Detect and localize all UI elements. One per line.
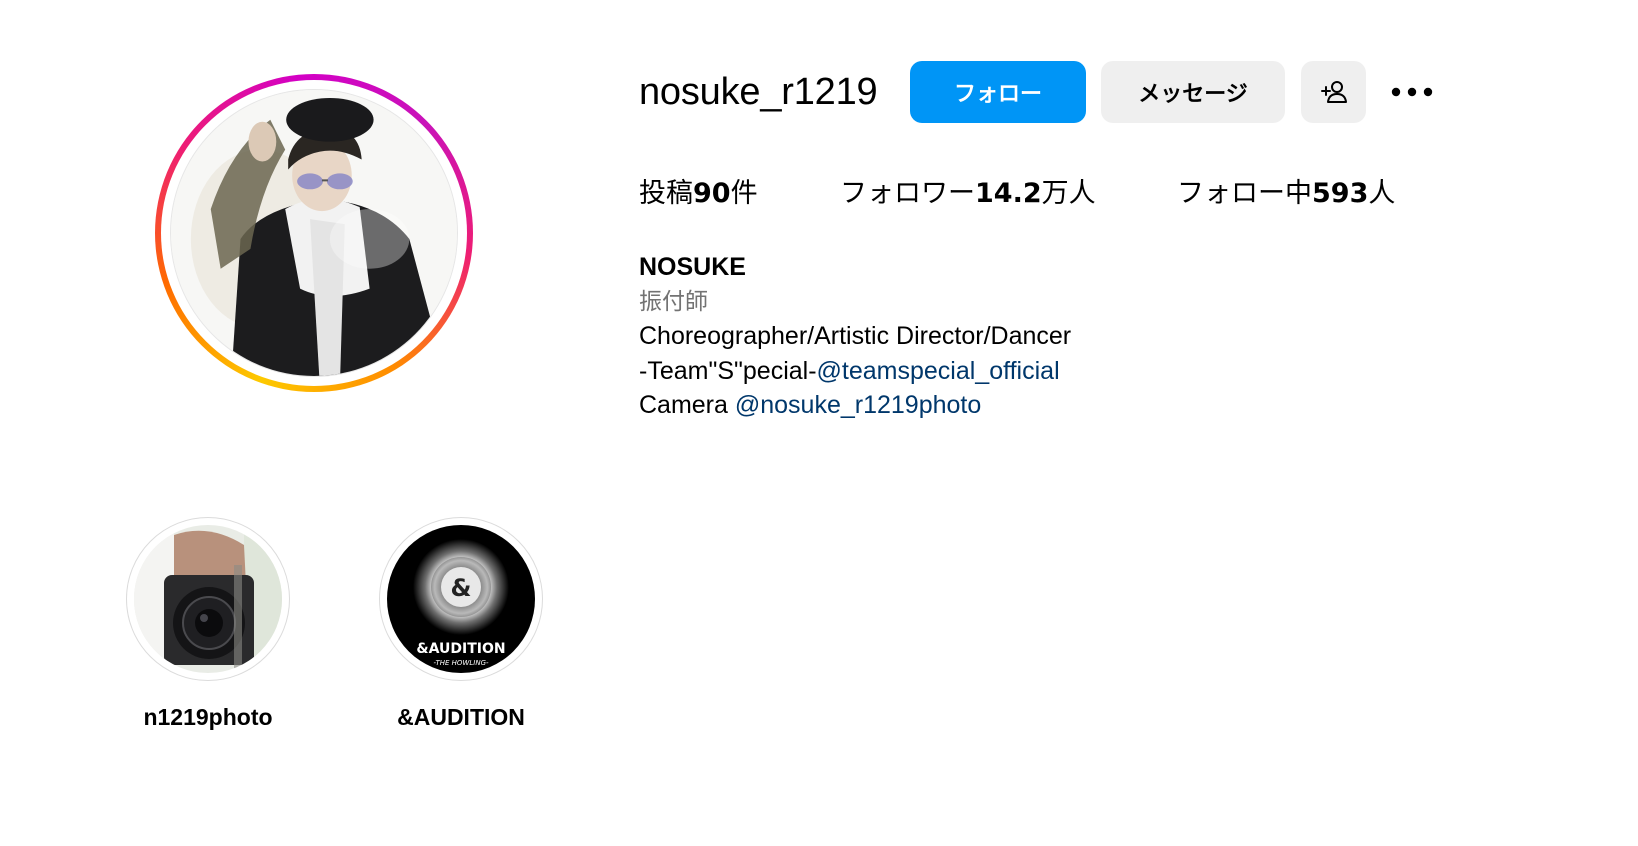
profile-photo — [171, 90, 457, 376]
more-options-icon — [1391, 87, 1433, 97]
following-suffix: 人 — [1368, 178, 1396, 209]
bio-line-3-text: Camera — [639, 391, 735, 419]
posts-count: 90 — [693, 178, 731, 209]
posts-suffix: 件 — [730, 178, 758, 209]
profile-bio: NOSUKE 振付師 Choreographer/Artistic Direct… — [639, 250, 1071, 423]
mention-photo-account-link[interactable]: @nosuke_r1219photo — [735, 391, 981, 419]
profile-full-name: NOSUKE — [639, 253, 746, 281]
follow-button[interactable]: フォロー — [910, 61, 1086, 123]
suggest-accounts-button[interactable] — [1301, 61, 1366, 123]
followers-prefix: フォロワー — [840, 178, 975, 209]
bio-line-3: Camera @nosuke_r1219photo — [639, 388, 1071, 423]
profile-username: nosuke_r1219 — [639, 71, 878, 113]
posts-count-stat: 投稿90件 — [639, 176, 758, 212]
followers-count: 14.2 — [975, 178, 1042, 209]
highlight-cover-audition: & &AUDITION -THE HOWLING- — [387, 525, 535, 673]
audition-logo: & &AUDITION -THE HOWLING- — [387, 525, 535, 673]
cover-title: &AUDITION — [416, 641, 505, 657]
highlight-n1219photo[interactable]: n1219photo — [126, 517, 290, 730]
cover-subtitle: -THE HOWLING- — [433, 659, 489, 667]
camera-photo — [134, 525, 282, 673]
bio-line-2: -Team"S"pecial-@teamspecial_official — [639, 354, 1071, 389]
bio-line-2-text: -Team"S"pecial- — [639, 356, 817, 385]
highlight-ring: & &AUDITION -THE HOWLING- — [379, 517, 543, 681]
following-link[interactable]: フォロー中593人 — [1177, 176, 1395, 212]
cover-symbol: & — [451, 574, 472, 602]
bio-line-1: Choreographer/Artistic Director/Dancer — [639, 322, 1072, 350]
highlight-cover-camera — [134, 525, 282, 673]
avatar-ring-gap — [161, 80, 467, 386]
profile-avatar-story-ring[interactable] — [155, 74, 473, 392]
highlight-label: &AUDITION — [397, 704, 525, 730]
message-button[interactable]: メッセージ — [1101, 61, 1285, 123]
highlight-audition[interactable]: & &AUDITION -THE HOWLING- &AUDITION — [379, 517, 543, 730]
following-prefix: フォロー中 — [1177, 178, 1312, 209]
mention-teamspecial-link[interactable]: @teamspecial_official — [817, 357, 1060, 385]
followers-link[interactable]: フォロワー14.2万人 — [840, 176, 1096, 212]
following-count: 593 — [1312, 178, 1369, 209]
highlight-ring — [126, 517, 290, 681]
add-person-icon — [1320, 81, 1347, 103]
profile-category: 振付師 — [639, 288, 708, 315]
more-options-button[interactable] — [1388, 76, 1436, 108]
posts-prefix: 投稿 — [639, 178, 693, 209]
followers-suffix: 万人 — [1041, 178, 1096, 209]
highlight-label: n1219photo — [143, 704, 273, 730]
profile-avatar[interactable] — [170, 89, 458, 377]
